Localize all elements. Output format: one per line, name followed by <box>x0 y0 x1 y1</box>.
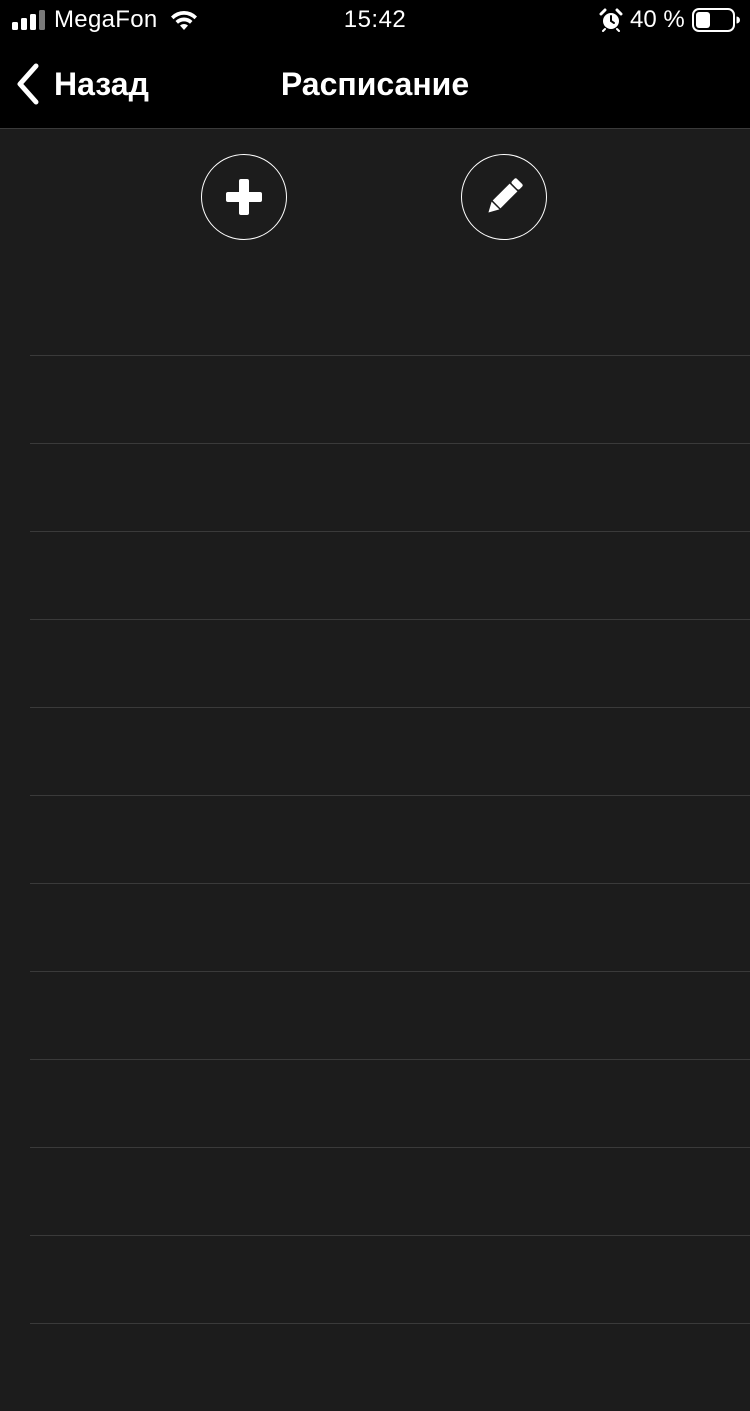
battery-icon <box>692 8 740 32</box>
schedule-row[interactable] <box>30 1235 750 1323</box>
pencil-icon <box>488 178 523 213</box>
schedule-row[interactable] <box>30 531 750 619</box>
schedule-row[interactable] <box>30 795 750 883</box>
schedule-row[interactable] <box>30 619 750 707</box>
schedule-row[interactable] <box>30 707 750 795</box>
schedule-row[interactable] <box>30 971 750 1059</box>
plus-icon <box>226 179 262 215</box>
schedule-row[interactable] <box>30 443 750 531</box>
alarm-icon <box>599 8 623 32</box>
schedule-row[interactable] <box>30 355 750 443</box>
status-bar: MegaFon 15:42 40 % <box>0 0 750 40</box>
add-button[interactable] <box>201 154 287 240</box>
schedule-row[interactable] <box>30 1323 750 1411</box>
schedule-toolbar <box>0 129 750 355</box>
navigation-bar: Назад Расписание <box>0 40 750 129</box>
schedule-row[interactable] <box>30 883 750 971</box>
schedule-row[interactable] <box>30 1059 750 1147</box>
edit-button[interactable] <box>461 154 547 240</box>
page-title: Расписание <box>280 66 470 102</box>
schedule-list <box>0 355 750 1411</box>
battery-percentage: 40 % <box>630 6 685 33</box>
schedule-row[interactable] <box>30 1147 750 1235</box>
